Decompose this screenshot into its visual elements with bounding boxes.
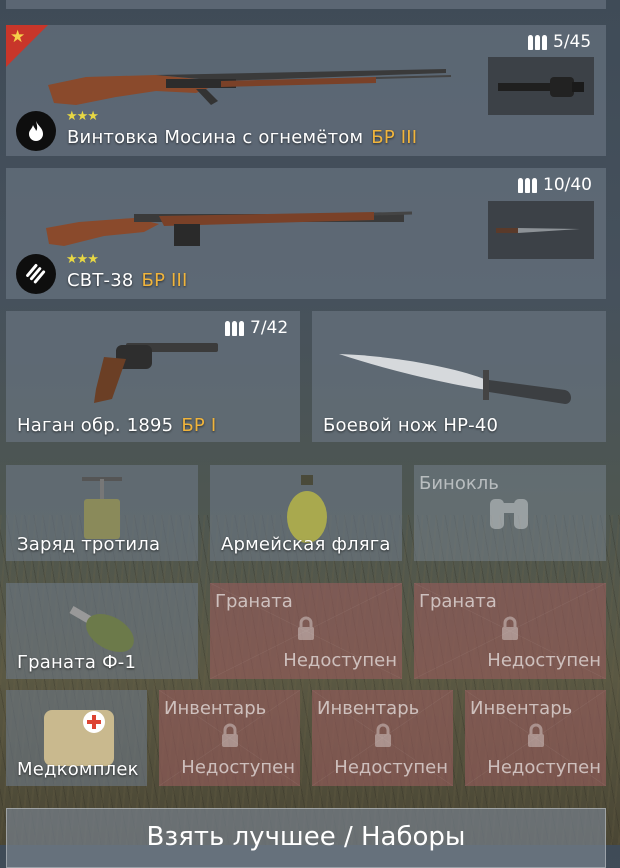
unavailable-label: Недоступен xyxy=(487,757,601,778)
inventory-slot-locked[interactable]: Инвентарь Недоступен xyxy=(465,690,606,786)
flamethrower-attachment[interactable] xyxy=(488,57,594,115)
bullets-icon xyxy=(518,177,537,193)
svt-rifle-image xyxy=(46,211,413,246)
melee-slot[interactable]: Боевой нож НР-40 xyxy=(312,311,606,442)
combat-knife-image xyxy=(339,354,571,404)
rating-stars: ★★★ xyxy=(66,252,99,267)
slot-title: Граната xyxy=(419,591,497,612)
ammo-value: 7/42 xyxy=(250,318,289,338)
melee-name: Боевой нож НР-40 xyxy=(323,415,499,436)
bayonet-attachment[interactable] xyxy=(488,201,594,259)
weapon-name-text: Винтовка Мосина с огнемётом xyxy=(67,127,364,148)
background-grass xyxy=(0,515,620,845)
grenade-name: Граната Ф-1 xyxy=(17,652,137,673)
lock-icon xyxy=(502,616,518,641)
equipment-slot-tnt[interactable]: Заряд тротила xyxy=(6,465,198,561)
star-icon: ★ xyxy=(10,27,26,47)
top-panel-edge xyxy=(6,0,606,9)
inventory-name: Медкомплек xyxy=(17,759,139,780)
grenade-slot-f1[interactable]: Граната Ф-1 xyxy=(6,583,198,679)
bayonet-icon xyxy=(496,228,580,233)
sidearm-slot[interactable]: 7/42 Наган обр. 1895 БР I xyxy=(6,311,300,442)
ammo-count: 7/42 xyxy=(225,318,288,338)
inventory-slot-medkit[interactable]: Медкомплек xyxy=(6,690,147,786)
br-label: БР III xyxy=(141,270,188,291)
br-label: БР I xyxy=(181,415,217,436)
equipment-name: Заряд тротила xyxy=(17,534,161,555)
unavailable-label: Недоступен xyxy=(334,757,448,778)
ammo-count: 5/45 xyxy=(528,32,591,52)
ammo-value: 10/40 xyxy=(543,175,592,195)
bullets-icon xyxy=(225,320,244,336)
weapon-name: СВТ-38 БР III xyxy=(67,270,188,291)
equipment-slot-canteen[interactable]: Армейская фляга xyxy=(210,465,402,561)
unavailable-label: Недоступен xyxy=(181,757,295,778)
br-label: БР III xyxy=(371,127,418,148)
grenade-slot-locked[interactable]: Граната Недоступен xyxy=(210,583,402,679)
ammo-count: 10/40 xyxy=(518,175,592,195)
lock-icon xyxy=(221,723,238,748)
weapon-name-text: СВТ-38 xyxy=(67,270,134,291)
lock-icon xyxy=(527,723,544,748)
primary-weapon-slot-2[interactable]: 10/40 ★★★ СВТ-38 БР III xyxy=(6,168,606,299)
grenade-slot-locked[interactable]: Граната Недоступен xyxy=(414,583,606,679)
tnt-charge-image xyxy=(82,477,122,539)
slot-title: Граната xyxy=(215,591,293,612)
weapon-name: Винтовка Мосина с огнемётом БР III xyxy=(67,127,417,148)
slot-title: Инвентарь xyxy=(470,698,573,719)
lock-icon xyxy=(298,616,314,641)
sidearm-name-text: Наган обр. 1895 xyxy=(17,415,174,436)
inventory-slot-locked[interactable]: Инвентарь Недоступен xyxy=(159,690,300,786)
bullets-icon xyxy=(528,34,547,50)
ammo-clip-icon xyxy=(16,254,56,294)
flame-icon xyxy=(16,111,56,151)
slot-title: Инвентарь xyxy=(164,698,267,719)
binoculars-icon xyxy=(490,499,528,529)
sidearm-name: Наган обр. 1895 БР I xyxy=(17,415,216,436)
lock-icon xyxy=(374,723,391,748)
ammo-value: 5/45 xyxy=(553,32,592,52)
rating-stars: ★★★ xyxy=(66,109,99,124)
primary-weapon-slot-1[interactable]: ★ 5/45 ★★★ Винтовка Мосина с огнемётом БР… xyxy=(6,25,606,156)
slot-title: Инвентарь xyxy=(317,698,420,719)
nagant-revolver-image xyxy=(94,343,218,403)
inventory-slot-locked[interactable]: Инвентарь Недоступен xyxy=(312,690,453,786)
take-best-button[interactable]: Взять лучшее / Наборы xyxy=(6,808,606,868)
equipment-name: Армейская фляга xyxy=(221,534,391,555)
slot-title: Бинокль xyxy=(419,473,499,494)
flamethrower-icon xyxy=(498,77,584,97)
f1-grenade-image xyxy=(69,606,134,652)
equipment-slot-binoculars[interactable]: Бинокль xyxy=(414,465,606,561)
mosin-rifle-image xyxy=(48,69,452,105)
unavailable-label: Недоступен xyxy=(487,650,601,671)
unavailable-label: Недоступен xyxy=(283,650,397,671)
